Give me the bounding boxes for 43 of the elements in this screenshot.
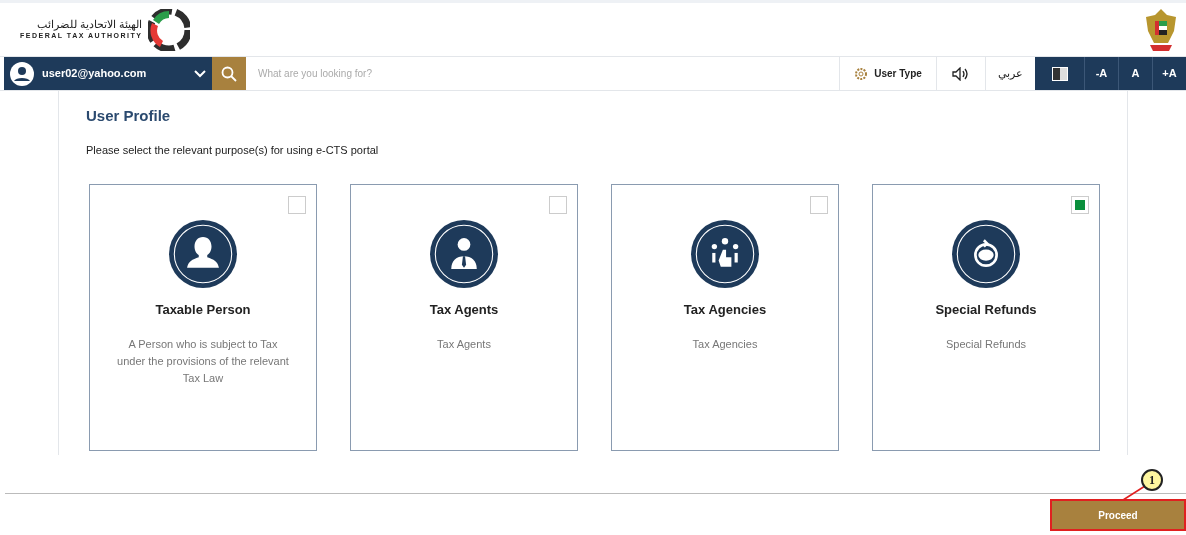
card-title: Special Refunds xyxy=(935,301,1037,319)
purpose-card[interactable]: Special Refunds Special Refunds xyxy=(872,184,1100,451)
card-checkbox[interactable] xyxy=(1071,196,1089,214)
card-description: Tax Agencies xyxy=(691,336,759,352)
card-checkbox[interactable] xyxy=(810,196,828,214)
chevron-down-icon xyxy=(194,69,206,78)
refund-icon xyxy=(952,220,1020,288)
agent-icon xyxy=(430,220,498,288)
callout-badge: 1 xyxy=(1141,469,1163,491)
card-description: A Person who is subject to Tax under the provisions of the relevant Tax Law xyxy=(116,336,290,386)
card-title: Taxable Person xyxy=(155,301,251,319)
user-avatar-icon xyxy=(10,61,34,86)
font-size-button[interactable]: A xyxy=(1118,57,1152,90)
settings-icon xyxy=(854,66,869,81)
font-size-button[interactable]: +A xyxy=(1152,57,1186,90)
proceed-button[interactable]: Proceed xyxy=(1050,499,1186,531)
card-title: Tax Agencies xyxy=(683,301,767,319)
search-icon xyxy=(221,65,237,82)
purpose-card[interactable]: Taxable Person A Person who is subject to Tax under the provisions of the relevant Tax Law xyxy=(89,184,317,451)
person-icon xyxy=(169,220,237,288)
user-menu[interactable]: user02@yahoo.com xyxy=(4,57,212,90)
instruction-text: Please select the relevant purpose(s) for using e-CTS portal xyxy=(86,142,380,158)
search-field[interactable]: What are you looking for? xyxy=(246,57,839,90)
speaker-icon xyxy=(952,66,970,81)
contrast-button[interactable] xyxy=(1035,57,1084,90)
user-type-button[interactable]: User Type xyxy=(839,57,936,90)
emblem-icon xyxy=(1144,6,1178,53)
card-checkbox[interactable] xyxy=(549,196,567,214)
font-size-button[interactable]: -A xyxy=(1084,57,1118,90)
contrast-icon xyxy=(1051,66,1068,81)
callout-leader-line xyxy=(1122,485,1146,501)
purpose-card[interactable]: Tax Agencies Tax Agencies xyxy=(611,184,839,451)
logo-icon xyxy=(148,8,191,51)
agency-icon xyxy=(691,220,759,288)
purpose-card[interactable]: Tax Agents Tax Agents xyxy=(350,184,578,451)
card-description: Tax Agents xyxy=(436,336,492,352)
user-email: user02@yahoo.com xyxy=(42,66,148,82)
card-title: Tax Agents xyxy=(429,301,499,319)
search-button[interactable] xyxy=(212,57,246,90)
card-description: Special Refunds xyxy=(944,336,1028,352)
page-title: User Profile xyxy=(86,106,172,126)
card-checkbox[interactable] xyxy=(288,196,306,214)
logo-arabic-text: الهيئة الاتحادية للضرائب xyxy=(37,18,143,31)
